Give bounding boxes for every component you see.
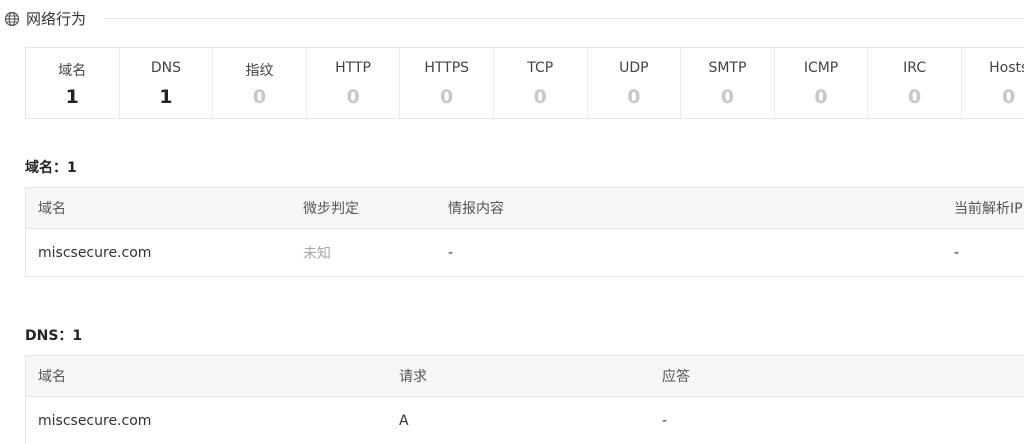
column-header-verdict: 微步判定 — [303, 201, 359, 217]
domain-cell[interactable]: miscsecure.com — [38, 397, 151, 444]
domain-cell[interactable]: miscsecure.com — [38, 229, 151, 276]
stat-label: UDP — [619, 60, 649, 76]
stat-label: ICMP — [803, 60, 839, 76]
section-title: 网络行为 — [26, 10, 87, 28]
section-divider — [104, 18, 1024, 19]
stat-http[interactable]: HTTP 0 — [307, 48, 401, 118]
stat-hosts[interactable]: Hosts 0 — [962, 48, 1024, 118]
column-header-intel: 情报内容 — [448, 201, 504, 217]
verdict-cell: 未知 — [303, 245, 331, 262]
stat-label: SMTP — [708, 60, 747, 76]
intel-cell: - — [448, 244, 454, 261]
column-header-request: 请求 — [399, 369, 427, 385]
stat-domain[interactable]: 域名 1 — [26, 48, 120, 118]
stat-value: 0 — [627, 86, 641, 108]
stat-label: IRC — [903, 60, 927, 76]
stat-value: 0 — [814, 86, 828, 108]
stat-value: 0 — [720, 86, 735, 108]
column-header-response: 应答 — [662, 369, 690, 385]
stat-udp[interactable]: UDP 0 — [588, 48, 682, 118]
stat-value: 1 — [159, 86, 173, 108]
stat-value: 1 — [65, 86, 79, 108]
stat-label: 指纹 — [245, 63, 274, 79]
stat-label: HTTP — [335, 60, 371, 76]
section-header: 网络行为 — [0, 0, 1024, 40]
stat-label: Hosts — [989, 60, 1024, 76]
stat-irc[interactable]: IRC 0 — [868, 48, 962, 118]
stat-label: TCP — [527, 60, 554, 76]
stat-value: 0 — [440, 86, 454, 108]
globe-icon — [4, 11, 20, 27]
resolved-ip-cell: - — [954, 244, 960, 261]
stat-fingerprint[interactable]: 指纹 0 — [213, 48, 307, 118]
stat-smtp[interactable]: SMTP 0 — [681, 48, 775, 118]
column-header-domain: 域名 — [38, 201, 66, 217]
stat-value: 0 — [533, 86, 547, 108]
stat-icmp[interactable]: ICMP 0 — [775, 48, 869, 118]
stat-https[interactable]: HTTPS 0 — [400, 48, 494, 118]
table-row: miscsecure.com 未知 - - — [26, 229, 1024, 276]
stat-tcp[interactable]: TCP 0 — [494, 48, 588, 118]
dns-section-title: DNS：1 — [25, 328, 83, 344]
response-cell: - — [662, 412, 668, 429]
table-header: 域名 请求 应答 — [26, 356, 1024, 397]
request-cell: A — [399, 412, 409, 429]
stat-value: 0 — [346, 86, 360, 108]
stat-dns[interactable]: DNS 1 — [120, 48, 214, 118]
domain-section-title: 域名：1 — [25, 160, 77, 176]
column-header-domain: 域名 — [38, 369, 66, 385]
column-header-resolved-ip: 当前解析IP — [954, 201, 1023, 217]
stat-label: 域名 — [58, 63, 87, 79]
stat-value: 0 — [908, 86, 922, 108]
stat-value: 0 — [252, 86, 267, 108]
table-row: miscsecure.com A - — [26, 397, 1024, 444]
stat-value: 0 — [1002, 86, 1016, 108]
domain-table: 域名 微步判定 情报内容 当前解析IP miscsecure.com 未知 - … — [25, 187, 1024, 277]
stat-label: HTTPS — [424, 60, 470, 76]
dns-table: 域名 请求 应答 miscsecure.com A - — [25, 355, 1024, 444]
stat-label: DNS — [150, 60, 181, 76]
behavior-stats: 域名 1 DNS 1 指纹 0 HTTP 0 HTTPS 0 TCP 0 UDP… — [25, 47, 1024, 119]
table-header: 域名 微步判定 情报内容 当前解析IP — [26, 188, 1024, 229]
